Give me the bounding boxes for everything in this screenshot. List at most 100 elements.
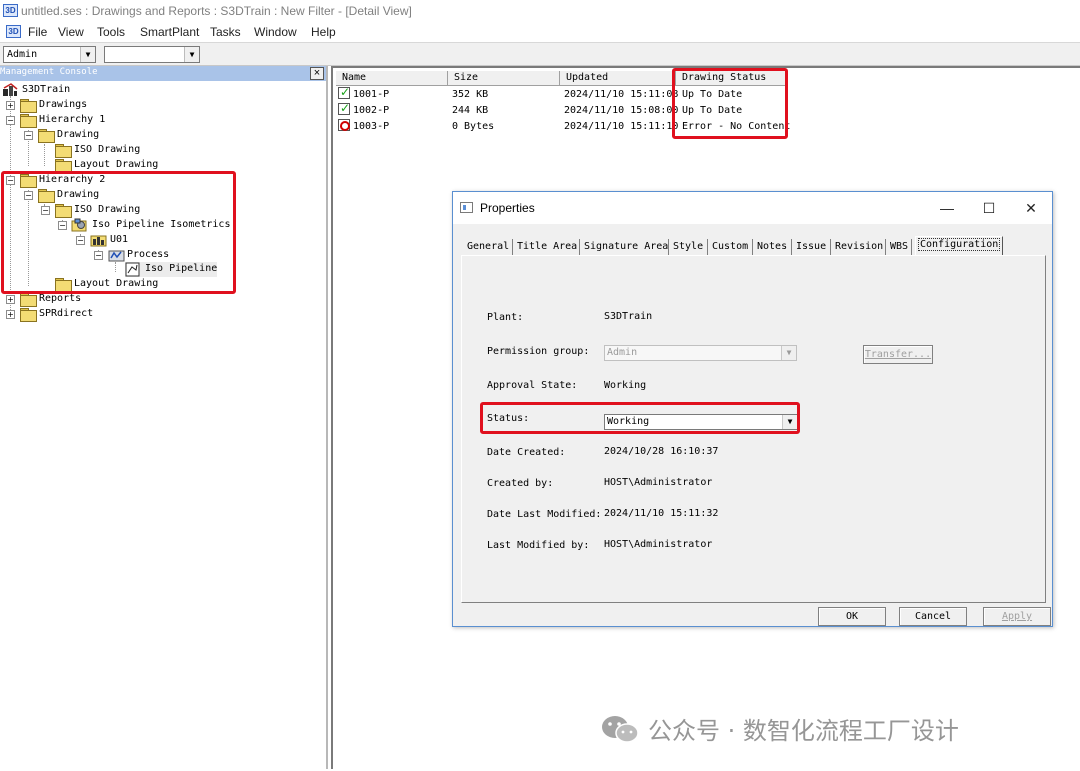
chevron-down-icon[interactable]: ▼	[184, 47, 199, 62]
column-header-size[interactable]: Size	[448, 71, 560, 86]
menu-tasks[interactable]: Tasks	[210, 25, 241, 39]
tab-separator	[668, 239, 669, 256]
tree-node-process[interactable]: − Process	[94, 248, 214, 263]
unit-folder-icon	[90, 235, 107, 247]
tree-node-iso-pipeline-isometrics[interactable]: − Iso Pipeline Isometrics	[58, 218, 238, 233]
apply-button[interactable]: Apply	[983, 607, 1051, 626]
chevron-down-icon[interactable]: ▼	[782, 415, 797, 429]
menu-smartplant[interactable]: SmartPlant	[140, 25, 199, 39]
tree-node-label: ISO Drawing	[74, 204, 141, 215]
transfer-button[interactable]: Transfer...	[863, 345, 933, 364]
dialog-title-bar: Properties — ☐ ✕	[453, 192, 1052, 224]
tab-separator	[579, 239, 580, 256]
collapse-icon[interactable]: −	[76, 236, 85, 245]
tab-issue[interactable]: Issue	[796, 241, 826, 255]
folder-icon	[55, 278, 72, 292]
menu-window[interactable]: Window	[254, 25, 297, 39]
tree-node-hierarchy-2[interactable]: − Hierarchy 2	[6, 173, 146, 188]
collapse-icon[interactable]: −	[58, 221, 67, 230]
tab-general[interactable]: General	[467, 241, 509, 255]
tab-separator	[791, 239, 792, 256]
tab-custom[interactable]: Custom	[712, 241, 748, 255]
tree-node-iso-drawing[interactable]: − ISO Drawing	[41, 203, 181, 218]
tree-node-u01[interactable]: − U01	[76, 233, 196, 248]
maximize-icon[interactable]: ☐	[979, 198, 999, 218]
tree-node-label: Drawing	[57, 189, 100, 200]
tree-node-drawing[interactable]: − Drawing	[24, 128, 144, 143]
menu-file[interactable]: File	[28, 25, 47, 39]
tree-node-s3dtrain[interactable]: S3DTrain	[2, 83, 122, 98]
iso-drawing-icon	[125, 262, 140, 277]
last-modified-by-label: Last Modified by:	[487, 540, 590, 551]
collapse-icon[interactable]: −	[94, 251, 103, 260]
tree-node-drawings[interactable]: + Drawings	[6, 98, 126, 113]
close-icon[interactable]: ✕	[1021, 198, 1041, 218]
tree-node-layout-drawing[interactable]: Layout Drawing	[55, 158, 175, 173]
cell-updated: 2024/11/10 15:11:10	[564, 121, 679, 132]
tree-node-label: Hierarchy 2	[39, 174, 106, 185]
tab-configuration[interactable]: Configuration	[915, 236, 1004, 255]
tab-style[interactable]: Style	[673, 241, 703, 255]
cell-size: 0 Bytes	[452, 121, 495, 132]
close-icon[interactable]: ×	[310, 67, 324, 80]
cell-status: Up To Date	[682, 105, 743, 116]
folder-icon	[38, 129, 55, 143]
tree-node-label: Hierarchy 1	[39, 114, 106, 125]
menu-tools[interactable]: Tools	[97, 25, 125, 39]
expand-icon[interactable]: +	[6, 295, 15, 304]
ok-button[interactable]: OK	[818, 607, 886, 626]
tab-revision[interactable]: Revision	[835, 241, 883, 255]
cell-size: 352 KB	[452, 89, 489, 100]
menu-help[interactable]: Help	[311, 25, 336, 39]
collapse-icon[interactable]: −	[6, 116, 15, 125]
permission-group-label: Permission group:	[487, 346, 590, 357]
tree-node-label: Iso Pipeline	[145, 263, 218, 274]
tree-node-iso-drawing[interactable]: ISO Drawing	[55, 143, 175, 158]
window-icon	[460, 202, 473, 213]
collapse-icon[interactable]: −	[24, 131, 33, 140]
folder-icon	[55, 144, 72, 158]
minimize-icon[interactable]: —	[937, 198, 957, 218]
permission-group-combo-value: Admin	[7, 49, 38, 60]
collapse-icon[interactable]: −	[6, 176, 15, 185]
tree-node-label: Layout Drawing	[74, 159, 159, 170]
cell-name: 1001-P	[353, 89, 390, 100]
filter-combo[interactable]: ▼	[104, 46, 200, 63]
status-value: Working	[607, 416, 650, 427]
column-header-updated[interactable]: Updated	[560, 71, 676, 86]
chevron-down-icon[interactable]: ▼	[80, 47, 95, 62]
tree-node-label: Drawings	[39, 99, 88, 110]
expand-icon[interactable]: +	[6, 101, 15, 110]
tree-node-label: U01	[110, 234, 129, 245]
status-dropdown[interactable]: Working ▼	[604, 414, 798, 430]
tree-node-layout-drawing[interactable]: Layout Drawing	[55, 277, 175, 292]
app-icon[interactable]: 3D	[6, 25, 21, 38]
chevron-down-icon[interactable]: ▼	[781, 346, 796, 360]
collapse-icon[interactable]: −	[41, 206, 50, 215]
tree-node-sprdirect[interactable]: + SPRdirect	[6, 307, 126, 322]
date-created-label: Date Created:	[487, 447, 566, 458]
column-header-drawing-status[interactable]: Drawing Status	[676, 71, 786, 86]
tree-node-drawing[interactable]: − Drawing	[24, 188, 144, 203]
tree-node-hierarchy-1[interactable]: − Hierarchy 1	[6, 113, 146, 128]
permission-group-combo[interactable]: Admin ▼	[3, 46, 96, 63]
permission-group-dropdown[interactable]: Admin ▼	[604, 345, 797, 361]
cell-size: 244 KB	[452, 105, 489, 116]
tree-node-iso-pipeline[interactable]: Iso Pipeline	[125, 262, 217, 277]
tab-wbs[interactable]: WBS	[890, 241, 908, 255]
collapse-icon[interactable]: −	[24, 191, 33, 200]
expand-icon[interactable]: +	[6, 310, 15, 319]
process-icon	[108, 250, 125, 262]
tab-notes[interactable]: Notes	[757, 241, 787, 255]
tree-node-reports[interactable]: + Reports	[6, 292, 126, 307]
menu-view[interactable]: View	[58, 25, 84, 39]
approval-state-value: Working	[604, 380, 647, 391]
column-header-name[interactable]: Name	[336, 71, 448, 86]
tab-signature-area[interactable]: Signature Area	[584, 241, 668, 255]
tree-node-label: Process	[127, 249, 170, 260]
folder-icon	[20, 174, 37, 188]
app-icon: 3D	[3, 4, 18, 17]
properties-dialog: Properties — ☐ ✕ General Title Area Sign…	[452, 191, 1053, 627]
cancel-button[interactable]: Cancel	[899, 607, 967, 626]
tab-title-area[interactable]: Title Area	[517, 241, 577, 255]
